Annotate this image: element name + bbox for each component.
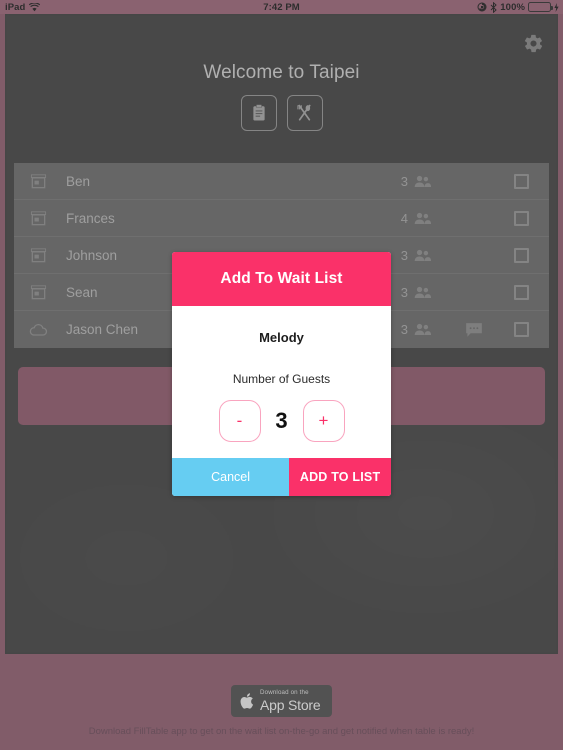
cancel-button[interactable]: Cancel <box>172 458 290 496</box>
rotation-lock-icon <box>477 2 487 12</box>
add-to-list-button[interactable]: ADD TO LIST <box>289 458 391 496</box>
dialog-title-bar: Add To Wait List <box>172 252 391 306</box>
ipad-screen: iPad 7:42 PM 100% Welcome to Taipei Ben … <box>0 0 563 750</box>
charging-bolt-icon <box>554 2 559 12</box>
dialog-actions: Cancel ADD TO LIST <box>172 458 391 496</box>
bluetooth-icon <box>490 1 498 13</box>
battery-percent: 100% <box>500 1 525 13</box>
dialog-body: Melody Number of Guests - 3 + <box>172 306 391 458</box>
number-of-guests-label: Number of Guests <box>232 372 331 386</box>
increment-button[interactable]: + <box>302 400 345 442</box>
decrement-button[interactable]: - <box>218 400 261 442</box>
battery-charging-icon <box>528 2 553 12</box>
guest-count-stepper: - 3 + <box>218 400 345 442</box>
add-to-wait-list-dialog: Add To Wait List Melody Number of Guests… <box>172 252 391 496</box>
clock: 7:42 PM <box>263 1 300 13</box>
status-bar-right: 100% <box>477 0 559 14</box>
modal-overlay[interactable]: Add To Wait List Melody Number of Guests… <box>0 0 563 750</box>
dialog-title: Add To Wait List <box>220 270 343 287</box>
ios-status-bar: iPad 7:42 PM 100% <box>0 0 563 14</box>
guest-name-value: Melody <box>259 330 304 345</box>
guest-count-value: 3 <box>275 408 288 433</box>
